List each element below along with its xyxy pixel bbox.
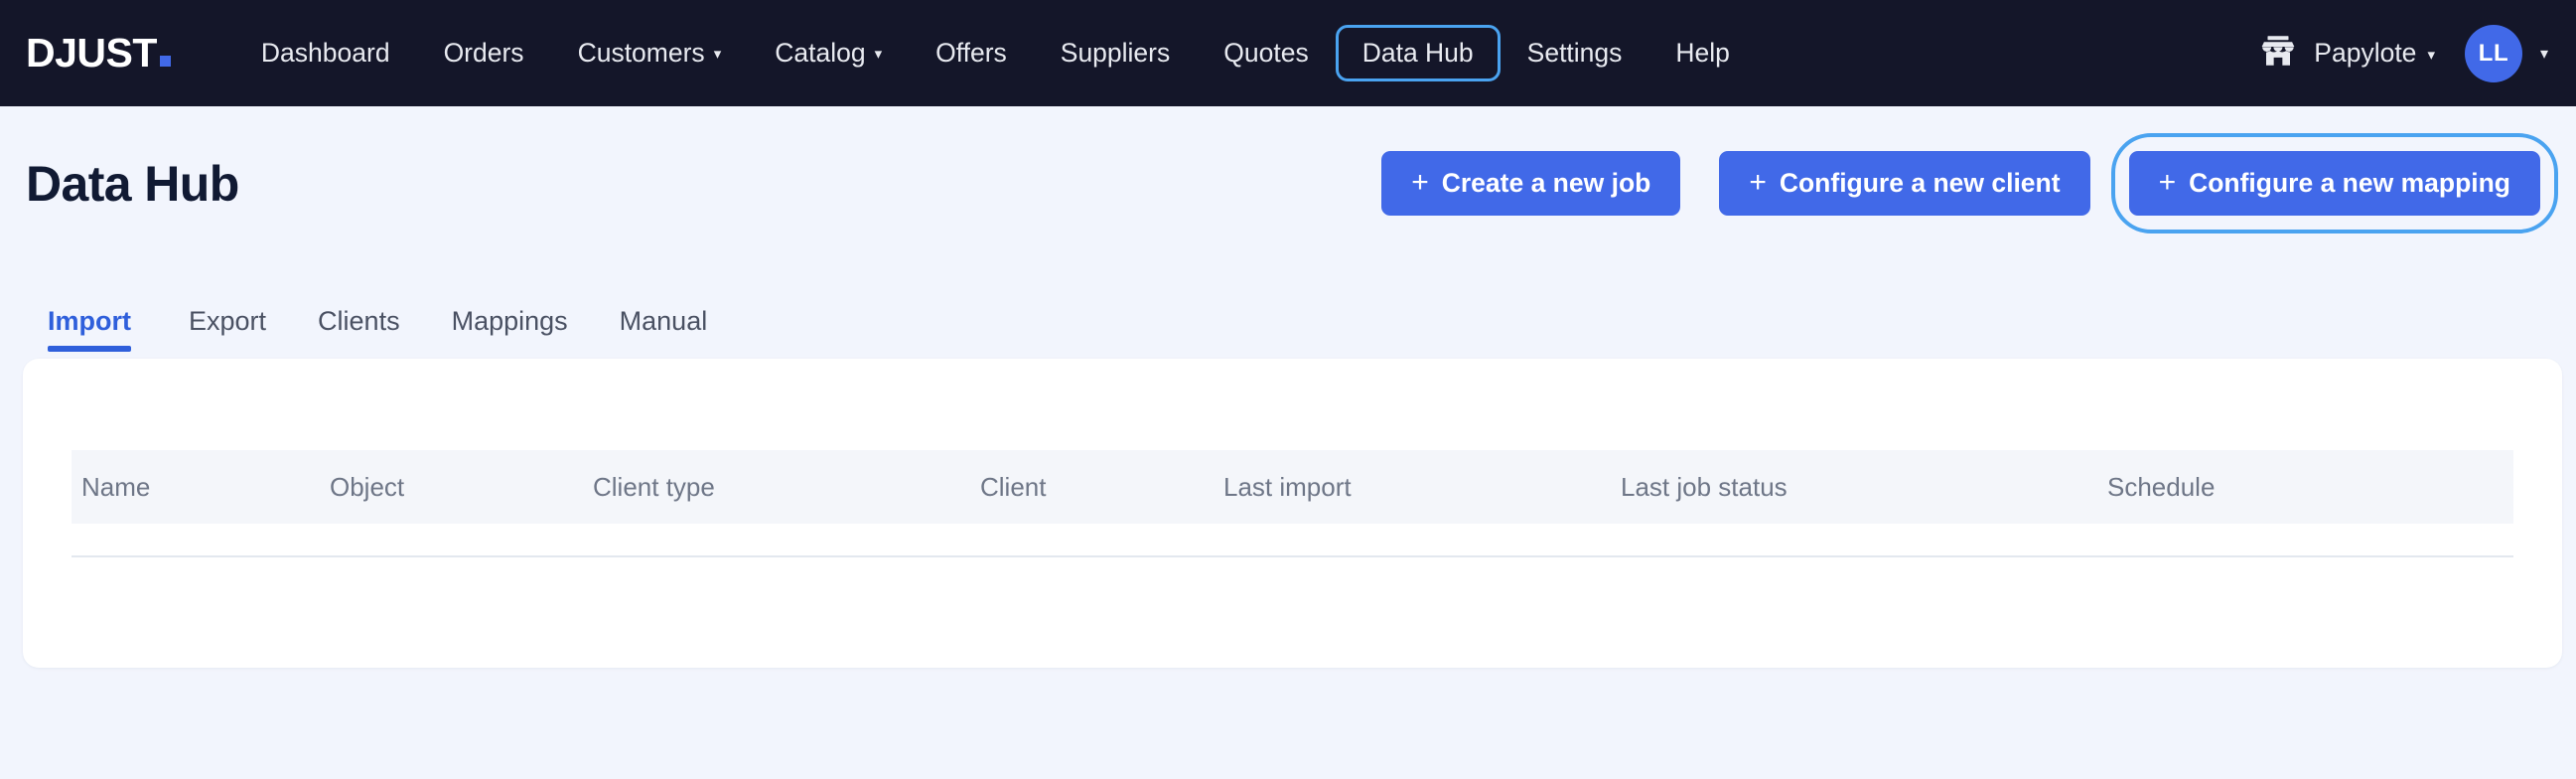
tab-import[interactable]: Import <box>48 308 157 352</box>
nav-item-settings[interactable]: Settings <box>1501 25 1649 81</box>
nav-item-label: Catalog <box>775 40 865 67</box>
nav-item-label: Data Hub <box>1362 40 1474 67</box>
brand-dot-icon <box>160 56 171 67</box>
avatar[interactable]: LL <box>2465 25 2522 82</box>
column-header: Last import <box>1214 472 1611 503</box>
configure-a-new-client-button[interactable]: + Configure a new client <box>1719 151 2089 216</box>
nav-item-catalog[interactable]: Catalog ▾ <box>748 25 909 81</box>
create-a-new-job-button[interactable]: + Create a new job <box>1381 151 1680 216</box>
nav-item-help[interactable]: Help <box>1648 25 1757 81</box>
create-a-new-job-button-wrapper: + Create a new job <box>1381 151 1680 216</box>
plus-icon: + <box>1411 168 1429 198</box>
djust-logo[interactable]: DJUST <box>26 30 171 77</box>
nav-item-label: Quotes <box>1223 40 1308 67</box>
chevron-down-icon: ▾ <box>714 47 722 62</box>
nav-item-label: Settings <box>1527 40 1623 67</box>
nav-item-label: Offers <box>935 40 1007 67</box>
configure-a-new-mapping-button-wrapper: + Configure a new mapping <box>2129 151 2540 216</box>
column-header: Client <box>970 472 1214 503</box>
nav-item-label: Orders <box>444 40 524 67</box>
configure-a-new-mapping-button[interactable]: + Configure a new mapping <box>2129 151 2540 216</box>
nav-item-label: Suppliers <box>1061 40 1170 67</box>
nav-item-label: Help <box>1675 40 1730 67</box>
nav-item-orders[interactable]: Orders <box>417 25 551 81</box>
column-header: Schedule <box>2097 472 2316 503</box>
tenant-label: Papylote <box>2314 38 2416 69</box>
account-menu-chevron-down-icon[interactable]: ▾ <box>2540 44 2548 64</box>
chevron-down-icon: ▾ <box>875 47 883 62</box>
nav-item-label: Customers <box>578 40 705 67</box>
brand-text: DJUST <box>26 30 157 77</box>
chevron-down-icon: ▾ <box>2427 46 2435 64</box>
nav-item-quotes[interactable]: Quotes <box>1197 25 1335 81</box>
page-title: Data Hub <box>26 155 239 213</box>
column-header: Name <box>72 472 320 503</box>
button-label: Create a new job <box>1442 170 1651 197</box>
storefront-icon <box>2260 33 2296 74</box>
nav-item-offers[interactable]: Offers <box>909 25 1034 81</box>
plus-icon: + <box>2159 168 2177 198</box>
nav-item-suppliers[interactable]: Suppliers <box>1034 25 1197 81</box>
configure-a-new-client-button-wrapper: + Configure a new client <box>1719 151 2089 216</box>
import-jobs-table: NameObjectClient typeClientLast importLa… <box>72 450 2513 557</box>
nav-right-cluster: Papylote ▾ LL ▾ <box>2260 25 2548 82</box>
column-header: Object <box>320 472 583 503</box>
table-header-row: NameObjectClient typeClientLast importLa… <box>72 450 2513 524</box>
tab-export[interactable]: Export <box>163 308 292 352</box>
top-navigation-bar: DJUST Dashboard Orders Customers ▾ Catalog ▾ O… <box>0 0 2576 106</box>
nav-items: Dashboard Orders Customers ▾ Catalog ▾ Offers S… <box>234 25 1757 81</box>
nav-item-dashboard[interactable]: Dashboard <box>234 25 417 81</box>
column-header: Last job status <box>1611 472 2097 503</box>
tab-bar: ImportExportClientsMappingsManual <box>0 260 2576 352</box>
table-body-divider <box>72 555 2513 557</box>
nav-item-customers[interactable]: Customers ▾ <box>551 25 749 81</box>
plus-icon: + <box>1749 168 1767 198</box>
tenant-switcher[interactable]: Papylote ▾ <box>2314 38 2435 69</box>
nav-item-data-hub[interactable]: Data Hub <box>1336 25 1501 81</box>
page-header: Data Hub + Create a new job + Configure a n… <box>0 106 2576 260</box>
button-label: Configure a new client <box>1780 170 2061 197</box>
import-jobs-card: NameObjectClient typeClientLast importLa… <box>23 359 2562 668</box>
column-header: Client type <box>583 472 970 503</box>
avatar-initials: LL <box>2479 40 2508 68</box>
page-actions: + Create a new job + Configure a new client… <box>1381 151 2540 216</box>
button-label: Configure a new mapping <box>2189 170 2510 197</box>
tab-manual[interactable]: Manual <box>594 308 734 352</box>
tab-clients[interactable]: Clients <box>292 308 426 352</box>
tab-mappings[interactable]: Mappings <box>426 308 594 352</box>
nav-item-label: Dashboard <box>261 40 390 67</box>
